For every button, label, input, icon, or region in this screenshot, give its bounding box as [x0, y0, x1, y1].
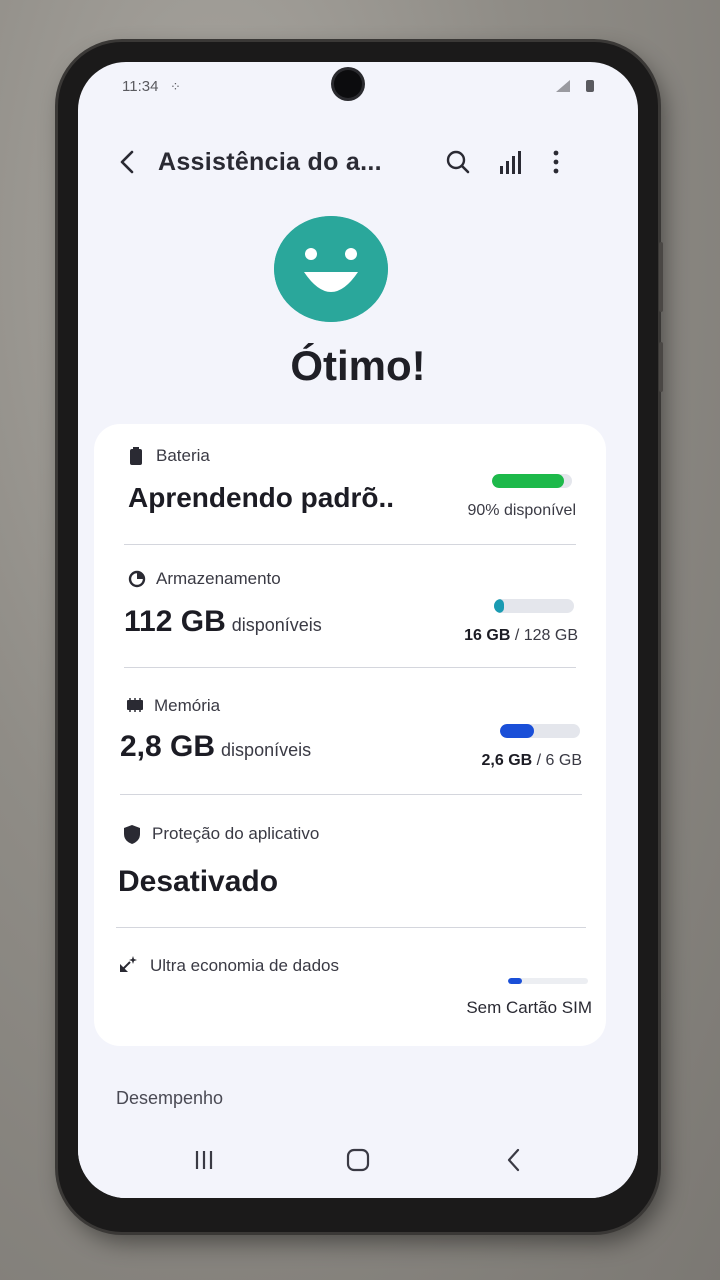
memory-bar-fill — [500, 724, 535, 738]
storage-unit: disponíveis — [231, 615, 322, 635]
memory-value: 2,8 GB disponíveis — [120, 730, 311, 764]
data-saver-label: Ultra economia de dados — [150, 956, 340, 975]
status-heading: Ótimo! — [290, 342, 426, 389]
memory-amount: 2,8 GB — [120, 730, 216, 763]
battery-available-text: 90% disponível — [467, 502, 576, 519]
app-protection-label: Proteção do aplicativo — [152, 824, 320, 843]
battery-bar — [492, 474, 572, 488]
memory-bar — [500, 724, 580, 738]
home-icon[interactable] — [338, 1140, 378, 1180]
battery-section[interactable]: Bateria Aprendendo padrõ.. 90% disponíve… — [94, 424, 606, 544]
storage-pie-icon — [128, 570, 146, 588]
smiley-face-icon — [274, 216, 388, 322]
signal-icon — [556, 80, 570, 92]
storage-used: 16 GB — [464, 627, 511, 644]
storage-amount: 112 GB — [124, 605, 226, 638]
shield-icon — [124, 825, 140, 844]
storage-section[interactable]: Armazenamento 112 GB disponíveis 16 GB / … — [94, 545, 606, 667]
notification-icon: ⁘ — [170, 79, 182, 94]
storage-usage-text: 16 GB / 128 GB — [464, 627, 578, 645]
battery-label: Bateria — [156, 446, 210, 465]
storage-bar — [494, 599, 574, 613]
back-arrow-icon[interactable] — [108, 142, 148, 182]
memory-unit: disponíveis — [221, 740, 312, 760]
phone-frame: 11:34 ⁘ Assistência do a... Ótimo! Bater… — [58, 42, 663, 1232]
more-options-icon[interactable] — [536, 142, 576, 182]
bar-graph-icon[interactable] — [490, 142, 530, 182]
search-icon[interactable] — [438, 142, 478, 182]
page-title: Assistência do a... — [158, 148, 382, 176]
screen: 11:34 ⁘ Assistência do a... Ótimo! Bater… — [78, 62, 638, 1198]
data-saver-status: Sem Cartão SIM — [466, 998, 592, 1017]
storage-total: / 128 GB — [514, 627, 578, 644]
memory-usage-text: 2,6 GB / 6 GB — [482, 752, 583, 770]
device-care-card: Bateria Aprendendo padrõ.. 90% disponíve… — [94, 424, 606, 1046]
data-saver-icon — [120, 956, 137, 972]
performance-section-label: Desempenho — [116, 1088, 224, 1108]
memory-label: Memória — [154, 696, 221, 715]
memory-section[interactable]: Memória 2,8 GB disponíveis 2,6 GB / 6 GB — [94, 668, 606, 792]
storage-value: 112 GB disponíveis — [124, 605, 322, 639]
front-camera — [334, 70, 362, 98]
memory-used: 2,6 GB — [481, 752, 533, 769]
navigation-bar — [78, 1122, 638, 1198]
memory-total: / 6 GB — [536, 752, 582, 769]
power-button — [659, 342, 663, 392]
memory-chip-icon — [127, 698, 143, 712]
battery-bar-fill — [492, 474, 564, 488]
data-saver-bar — [508, 978, 588, 984]
data-saver-bar-fill — [508, 978, 522, 984]
battery-value: Aprendendo padrõ.. — [128, 482, 394, 513]
battery-icon — [130, 447, 142, 465]
app-protection-value: Desativado — [118, 865, 279, 898]
back-nav-icon[interactable] — [494, 1140, 534, 1180]
storage-label: Armazenamento — [156, 569, 281, 588]
data-saver-section[interactable]: Ultra economia de dados Sem Cartão SIM — [94, 928, 606, 1046]
app-protection-section[interactable]: Proteção do aplicativo Desativado — [94, 795, 606, 927]
app-bar: Assistência do a... — [78, 134, 638, 190]
recent-apps-icon[interactable] — [184, 1140, 224, 1180]
volume-button — [659, 242, 663, 312]
status-time: 11:34 — [122, 78, 159, 95]
storage-bar-fill — [494, 599, 504, 613]
battery-status-icon — [586, 80, 594, 92]
